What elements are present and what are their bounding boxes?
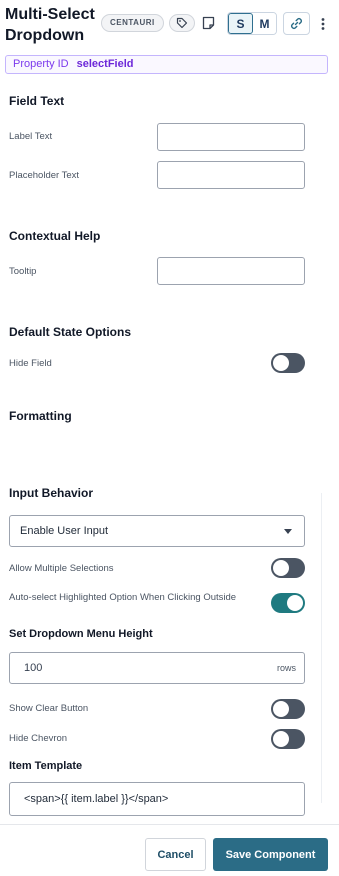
- component-settings-panel: Multi-Select Dropdown CENTAURI S M Prope…: [0, 0, 339, 876]
- size-m-button[interactable]: M: [253, 13, 276, 34]
- input-mode-value: Enable User Input: [20, 525, 109, 537]
- item-template-input[interactable]: <span>{{ item.label }}</span>: [9, 782, 305, 816]
- save-component-button[interactable]: Save Component: [213, 838, 328, 871]
- cancel-button[interactable]: Cancel: [145, 838, 206, 871]
- auto-select-toggle[interactable]: [271, 593, 305, 613]
- tooltip-label: Tooltip: [9, 266, 37, 277]
- section-input-behavior: Input Behavior: [9, 486, 94, 500]
- link-icon: [290, 17, 303, 30]
- allow-multiple-label: Allow Multiple Selections: [9, 563, 114, 574]
- size-toggle-group: S M: [227, 12, 277, 35]
- more-vertical-icon: [321, 18, 325, 30]
- property-id-value: selectField: [76, 58, 134, 70]
- section-field-text: Field Text: [9, 94, 65, 108]
- menu-height-unit: rows: [276, 663, 296, 673]
- caret-down-icon: [284, 529, 292, 534]
- size-s-button[interactable]: S: [228, 13, 253, 34]
- toggle-knob: [273, 355, 289, 371]
- section-contextual-help: Contextual Help: [9, 229, 101, 243]
- note-icon: [202, 16, 215, 30]
- tag-icon: [176, 17, 188, 29]
- menu-height-input[interactable]: 100 rows: [9, 652, 305, 684]
- section-formatting: Formatting: [9, 409, 72, 423]
- toggle-knob: [273, 731, 289, 747]
- show-clear-toggle[interactable]: [271, 699, 305, 719]
- placeholder-text-label: Placeholder Text: [9, 170, 80, 181]
- show-clear-label: Show Clear Button: [9, 703, 89, 714]
- hide-field-label: Hide Field: [9, 358, 52, 369]
- property-id-field[interactable]: Property ID selectField: [5, 55, 328, 74]
- scroll-track: [321, 493, 322, 803]
- toggle-knob: [273, 560, 289, 576]
- toggle-knob: [273, 701, 289, 717]
- label-text-label: Label Text: [9, 131, 53, 142]
- hide-chevron-toggle[interactable]: [271, 729, 305, 749]
- panel-footer: Cancel Save Component: [0, 824, 339, 876]
- component-title: Multi-Select Dropdown: [5, 6, 95, 44]
- auto-select-label: Auto-select Highlighted Option When Clic…: [9, 592, 237, 603]
- panel-header: Multi-Select Dropdown CENTAURI S M: [0, 0, 339, 52]
- hide-chevron-label: Hide Chevron: [9, 733, 68, 744]
- label-text-input[interactable]: [157, 123, 305, 151]
- theme-badge: CENTAURI: [101, 14, 164, 32]
- input-mode-select[interactable]: Enable User Input: [9, 515, 305, 547]
- property-id-label: Property ID: [13, 58, 69, 70]
- more-options-button[interactable]: [316, 13, 330, 35]
- allow-multiple-toggle[interactable]: [271, 558, 305, 578]
- tooltip-input[interactable]: [157, 257, 305, 285]
- item-template-label: Item Template: [9, 760, 83, 772]
- placeholder-text-input[interactable]: [157, 161, 305, 189]
- hide-field-toggle[interactable]: [271, 353, 305, 373]
- note-button[interactable]: [201, 15, 216, 31]
- tag-button[interactable]: [169, 14, 195, 32]
- toggle-knob: [287, 595, 303, 611]
- menu-height-label: Set Dropdown Menu Height: [9, 628, 153, 640]
- section-default-state: Default State Options: [9, 325, 132, 339]
- link-button[interactable]: [283, 12, 310, 35]
- menu-height-value: 100: [24, 662, 43, 674]
